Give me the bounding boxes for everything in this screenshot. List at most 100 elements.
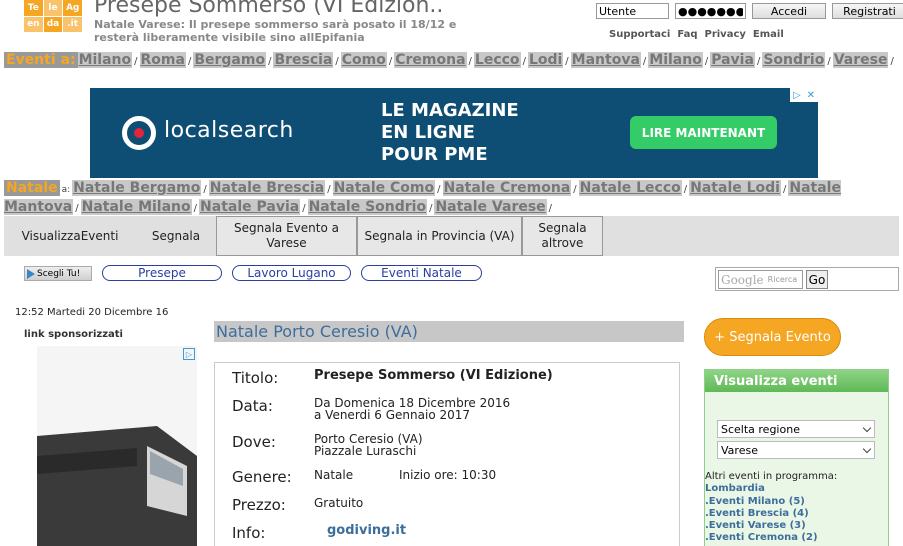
link-faq[interactable]: Faq [677, 29, 697, 40]
pill-presepe[interactable]: Presepe [102, 265, 222, 281]
prezzo-label: Prezzo: [232, 496, 286, 514]
titolo-value: Presepe Sommerso (VI Edizione) [314, 369, 553, 382]
event-details: Titolo: Presepe Sommerso (VI Edizione) D… [214, 362, 680, 546]
natale-link[interactable]: Natale Milano [80, 199, 192, 215]
data-label: Data: [232, 397, 273, 415]
dove-place: Piazzale Luraschi [314, 444, 417, 458]
tab-segnala-provincia[interactable]: Segnala in Provincia (VA) [357, 216, 522, 256]
natale-link[interactable]: Natale Pavia [199, 199, 301, 215]
event-heading: Natale Porto Ceresio (VA) [214, 321, 684, 342]
natale-link[interactable]: Natale Lodi [689, 180, 781, 196]
site-logo[interactable]: Te le Ag en da .it [24, 0, 82, 32]
natale-nav-prefix-suffix: a: [61, 185, 71, 195]
tab-bar: VisualizzaEventi Segnala Segnala Evento … [4, 216, 899, 256]
localsearch-logo-icon [122, 116, 156, 150]
chevron-down-icon [862, 423, 872, 433]
city-link[interactable]: Cremona [394, 52, 467, 68]
banner-headline: LE MAGAZINE EN LIGNE POUR PME [381, 100, 519, 166]
logo-cell: Ag [63, 0, 82, 16]
play-icon: ▷ [792, 89, 801, 101]
region-link-lombardia[interactable]: Lombardia [705, 483, 765, 494]
city-link[interactable]: Lodi [527, 52, 564, 68]
city-link[interactable]: Milano [77, 52, 133, 68]
banner-ad[interactable]: ▷ ✕ localsearch LE MAGAZINE EN LIGNE POUR… [90, 88, 818, 178]
inizio-value: Inizio ore: 10:30 [399, 468, 497, 482]
events-link-varese[interactable]: .Eventi Varese (3) [705, 520, 806, 531]
tab-segnala-varese[interactable]: Segnala Evento a Varese [216, 216, 357, 256]
register-button[interactable]: Registrati [832, 3, 903, 19]
events-link-cremona[interactable]: .Eventi Cremona (2) [705, 532, 818, 543]
banner-cta-button[interactable]: LIRE MAINTENANT [630, 116, 777, 149]
link-privacy[interactable]: Privacy [704, 29, 745, 40]
pill-lavoro-lugano[interactable]: Lavoro Lugano [232, 265, 351, 281]
city-link[interactable]: Pavia [710, 52, 755, 68]
natale-link[interactable]: Natale Cremona [442, 180, 572, 196]
city-link[interactable]: Varese [832, 52, 889, 68]
top-links: Supportaci Faq Privacy Email [609, 29, 784, 40]
tab-segnala[interactable]: Segnala [136, 216, 216, 256]
city-link[interactable]: Mantova [570, 52, 641, 68]
city-link[interactable]: Milano [648, 52, 703, 68]
password-input[interactable] [675, 3, 746, 19]
prezzo-value: Gratuito [314, 496, 364, 510]
login-button[interactable]: Accedi [752, 3, 826, 19]
username-input[interactable] [596, 3, 669, 19]
google-logo: Google [721, 272, 764, 287]
logo-cell: en [24, 16, 43, 32]
city-link[interactable]: Como [340, 52, 387, 68]
google-search: Google Ricerca Go [715, 267, 899, 291]
dove-label: Dove: [232, 433, 276, 451]
city-link[interactable]: Bergamo [193, 52, 267, 68]
city-link[interactable]: Brescia [273, 52, 334, 68]
natale-link[interactable]: Natale Lecco [578, 180, 682, 196]
ad-choices-icon[interactable]: ▷ ✕ [790, 88, 818, 102]
search-input[interactable]: Google Ricerca [718, 270, 803, 289]
banner-brand: localsearch [164, 118, 294, 143]
segnala-evento-button[interactable]: + Segnala Evento [704, 318, 841, 356]
scegli-tu-label: Scegli Tu! [37, 268, 81, 279]
natale-nav: Natale a: Natale Bergamo / Natale Brescia / Na… [4, 180, 841, 215]
natale-link[interactable]: Natale Bergamo [72, 180, 202, 196]
tab-segnala-altrove[interactable]: Segnala altrove [522, 216, 603, 256]
link-supportaci[interactable]: Supportaci [609, 29, 670, 40]
page-title: Presepe Sommerso (VI Edizion.. [94, 0, 444, 18]
tab-visualizza-eventi[interactable]: VisualizzaEventi [4, 216, 136, 256]
banner-headline-line: POUR PME [381, 144, 488, 165]
city-nav: Eventi a: Milano / Roma / Bergamo / Brescia / Com… [4, 52, 894, 68]
city-select[interactable]: Varese [717, 441, 875, 459]
city-link[interactable]: Lecco [473, 52, 521, 68]
data-value: Da Domenica 18 Dicembre 2016 a Venerdi 6… [314, 397, 510, 421]
info-label: Info: [232, 524, 266, 542]
sponsored-label: link sponsorizzati [24, 329, 123, 340]
natale-link[interactable]: Natale Como [332, 180, 436, 196]
natale-link[interactable]: Natale Varese [434, 199, 547, 215]
city-link[interactable]: Roma [139, 52, 186, 68]
login-form: Accedi Registrati [596, 3, 903, 19]
info-value: godiving.it [327, 524, 406, 537]
link-email[interactable]: Email [753, 29, 784, 40]
logo-cell: da [43, 16, 63, 32]
genere-value: Natale [314, 468, 354, 482]
events-link-brescia[interactable]: .Eventi Brescia (4) [705, 508, 809, 519]
date-time: 12:52 Martedi 20 Dicembre 16 [15, 307, 169, 318]
close-icon[interactable]: ✕ [807, 90, 815, 101]
city-link[interactable]: Sondrio [762, 52, 826, 68]
natale-link[interactable]: Natale Brescia [208, 180, 326, 196]
pill-eventi-natale[interactable]: Eventi Natale [361, 265, 482, 281]
genere-label: Genere: [232, 468, 292, 486]
info-link[interactable]: godiving.it [327, 523, 406, 538]
titolo-label: Titolo: [232, 369, 279, 387]
ad-choices-icon[interactable]: ▷ [183, 348, 195, 360]
scegli-tu-button[interactable]: Scegli Tu! [24, 266, 92, 281]
page-subtitle: Natale Varese: Il presepe sommerso sarà … [94, 18, 457, 44]
sidebar-ad[interactable]: ▷ [37, 346, 197, 546]
play-icon [27, 268, 35, 279]
search-go-button[interactable]: Go [806, 270, 828, 289]
region-select[interactable]: Scelta regione [717, 420, 875, 438]
panel-title: Visualizza eventi [705, 370, 888, 392]
chevron-down-icon [862, 444, 872, 454]
events-link-milano[interactable]: .Eventi Milano (5) [705, 496, 805, 507]
logo-cell: Te [24, 0, 43, 16]
logo-cell: le [43, 0, 63, 16]
natale-link[interactable]: Natale Sondrio [307, 199, 428, 215]
